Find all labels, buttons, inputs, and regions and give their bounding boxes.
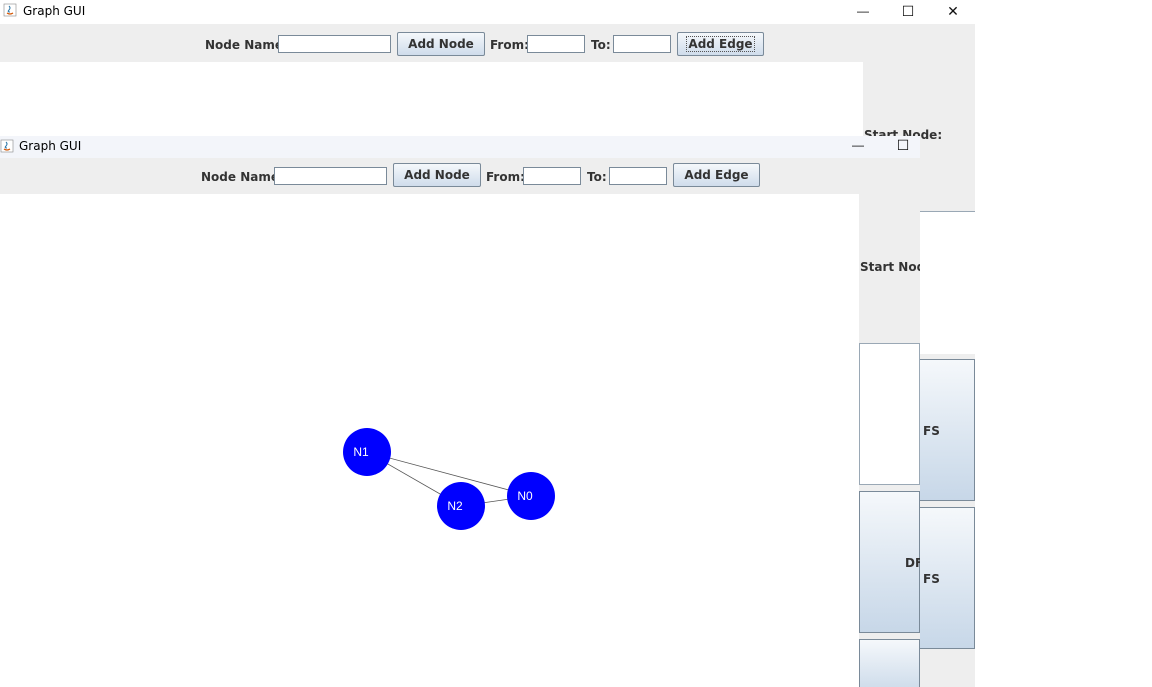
graph-node-N0[interactable]: N0 [507,472,555,520]
graph-drawing: N1 N2 N0 [343,428,555,530]
graph-node-N1[interactable]: N1 [343,428,391,476]
to-input[interactable] [609,167,667,185]
from-input[interactable] [523,167,581,185]
node-name-input[interactable] [274,167,387,185]
bfs-button-label: FS [923,424,940,438]
node-name-input[interactable] [278,35,391,53]
node-name-label: Node Name: [205,38,288,52]
to-label: To: [587,170,607,184]
start-node-list[interactable] [859,343,920,485]
start-node-label: Start Node: [860,260,920,274]
nodes-layer: N1 N2 N0 [343,428,555,530]
close-button[interactable]: ✕ [930,0,975,22]
add-node-button-label: Add Node [408,37,474,51]
to-input[interactable] [613,35,671,53]
to-label: To: [591,38,611,52]
add-node-button[interactable]: Add Node [393,163,481,187]
add-edge-button[interactable]: Add Edge [673,163,760,187]
back-title-bar[interactable]: Graph GUI — ☐ ✕ [0,0,975,24]
front-window: Graph GUI — ☐ Node Name: Add Node From: … [0,136,920,687]
add-node-button-label: Add Node [404,168,470,182]
add-node-button[interactable]: Add Node [397,32,485,56]
node-label: N1 [353,445,369,459]
front-title-bar[interactable]: Graph GUI — ☐ [0,136,920,158]
back-toolbar: Node Name: Add Node From: To: Add Edge [0,24,975,62]
next-button[interactable] [859,639,920,687]
front-side-panel: Start Node: DF [859,194,920,687]
minimize-button[interactable]: — [840,0,886,22]
maximize-button[interactable]: ☐ [885,0,931,22]
front-toolbar: Node Name: Add Node From: To: Add Edge [0,158,920,194]
node-label: N0 [517,489,533,503]
window-title: Graph GUI [19,139,82,153]
from-input[interactable] [527,35,585,53]
add-edge-button-label: Add Edge [686,36,755,52]
graph-canvas[interactable]: N1 N2 N0 [0,194,859,687]
java-icon [3,3,17,17]
from-label: From: [486,170,525,184]
minimize-button[interactable]: — [835,136,881,156]
add-edge-button-label: Add Edge [684,168,749,182]
add-edge-button[interactable]: Add Edge [677,32,764,56]
node-label: N2 [447,499,463,513]
graph-node-N2[interactable]: N2 [437,482,485,530]
from-label: From: [490,38,529,52]
maximize-button[interactable]: ☐ [880,136,920,156]
java-icon [0,139,14,153]
node-name-label: Node Name: [201,170,284,184]
dfs-button-label: DF [905,556,920,570]
dfs-button-label: FS [923,572,940,586]
dfs-button[interactable]: DF [859,491,920,633]
window-title: Graph GUI [23,4,86,18]
